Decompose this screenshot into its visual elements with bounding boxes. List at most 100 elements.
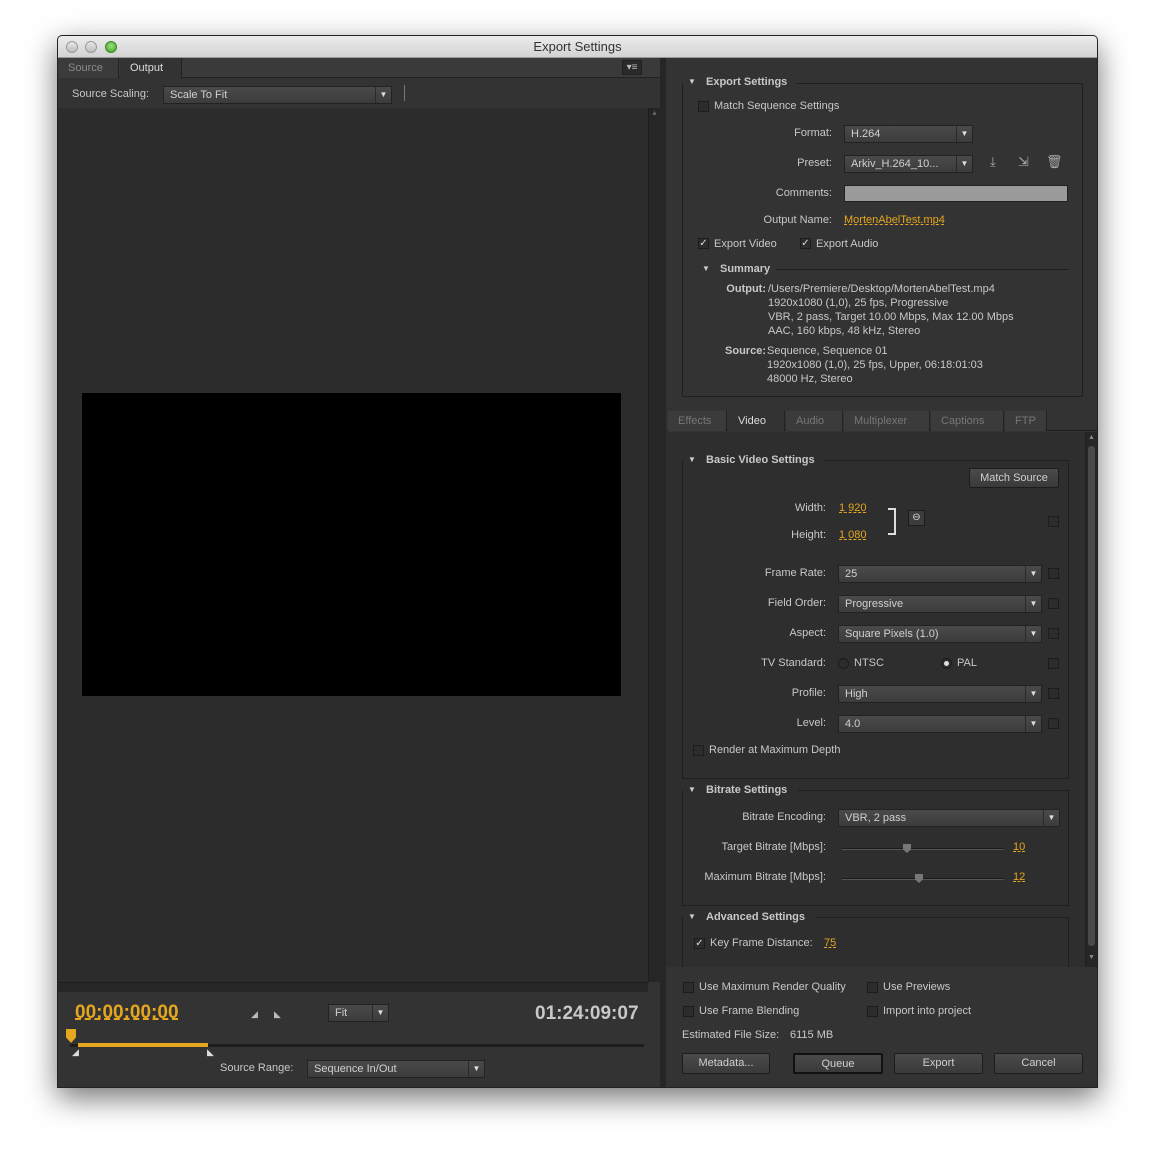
tv-standard-checkbox[interactable] <box>1048 658 1059 669</box>
field-order-checkbox[interactable] <box>1048 598 1059 609</box>
key-frame-value[interactable]: 75 <box>824 937 836 949</box>
max-bitrate-slider[interactable] <box>842 874 1004 883</box>
source-scaling-select[interactable]: Scale To Fit ▼ <box>163 86 392 104</box>
collapse-triangle-icon[interactable]: ▼ <box>688 455 696 464</box>
minimize-button[interactable] <box>85 41 97 53</box>
zoom-select[interactable]: Fit ▼ <box>328 1004 389 1022</box>
cancel-button[interactable]: Cancel <box>994 1053 1083 1074</box>
use-previews-checkbox[interactable] <box>867 982 878 993</box>
tab-output[interactable]: Output <box>120 58 182 78</box>
width-height-override-checkbox[interactable] <box>1048 516 1059 527</box>
frame-blending-label: Use Frame Blending <box>699 1005 800 1017</box>
profile-select[interactable]: High ▼ <box>838 685 1042 703</box>
in-point-handle-icon[interactable]: ◢ <box>72 1047 79 1058</box>
match-sequence-label: Match Sequence Settings <box>714 100 840 112</box>
aspect-label: Aspect: <box>789 627 826 639</box>
pal-radio[interactable] <box>941 658 952 669</box>
scroll-thumb[interactable] <box>1088 446 1095 946</box>
bitrate-header: Bitrate Settings <box>706 784 788 796</box>
target-bitrate-value[interactable]: 10 <box>1013 841 1025 853</box>
bitrate-encoding-select[interactable]: VBR, 2 pass ▼ <box>838 809 1060 827</box>
collapse-triangle-icon[interactable]: ▼ <box>688 912 696 921</box>
aspect-checkbox[interactable] <box>1048 628 1059 639</box>
frame-rate-checkbox[interactable] <box>1048 568 1059 579</box>
ntsc-label: NTSC <box>854 657 884 669</box>
tab-source[interactable]: Source <box>58 58 119 78</box>
level-select[interactable]: 4.0 ▼ <box>838 715 1042 733</box>
link-icon[interactable]: ⊖ <box>908 510 925 526</box>
output-line: VBR, 2 pass, Target 10.00 Mbps, Max 12.0… <box>768 311 1014 323</box>
window-title: Export Settings <box>533 39 622 54</box>
ntsc-radio[interactable] <box>838 658 849 669</box>
format-select[interactable]: H.264 ▼ <box>844 125 973 143</box>
tab-effects[interactable]: Effects <box>668 411 727 431</box>
chevron-down-icon: ▼ <box>1025 566 1041 582</box>
width-label: Width: <box>794 502 826 514</box>
import-preset-icon[interactable]: ⇲ <box>1018 155 1029 168</box>
tab-audio[interactable]: Audio <box>786 411 843 431</box>
out-point-handle-icon[interactable]: ◣ <box>207 1047 214 1058</box>
summary-collapse-icon[interactable]: ▼ <box>702 264 710 273</box>
export-video-checkbox[interactable]: ✓ <box>698 238 709 249</box>
frame-blending-checkbox[interactable] <box>683 1006 694 1017</box>
panel-menu-icon[interactable]: ▾≡ <box>622 60 642 75</box>
playhead-icon[interactable] <box>66 1029 76 1043</box>
set-out-point-icon[interactable]: ◣ <box>274 1009 281 1020</box>
max-bitrate-value[interactable]: 12 <box>1013 871 1025 883</box>
match-sequence-checkbox[interactable] <box>698 101 709 112</box>
settings-scrollbar[interactable]: ▲ ▼ <box>1085 432 1097 967</box>
tab-ftp[interactable]: FTP <box>1005 411 1047 431</box>
profile-label: Profile: <box>791 687 826 699</box>
preset-select[interactable]: Arkiv_H.264_10... ▼ <box>844 155 973 173</box>
use-previews-label: Use Previews <box>883 981 951 993</box>
chevron-down-icon: ▼ <box>468 1061 484 1077</box>
width-value[interactable]: 1 920 <box>839 502 867 514</box>
level-value: 4.0 <box>845 718 861 730</box>
export-button[interactable]: Export <box>894 1053 983 1074</box>
match-source-button[interactable]: Match Source <box>969 468 1059 488</box>
field-order-select[interactable]: Progressive ▼ <box>838 595 1042 613</box>
tab-video[interactable]: Video <box>728 411 785 431</box>
frame-rate-select[interactable]: 25 ▼ <box>838 565 1042 583</box>
divider <box>824 460 1069 461</box>
collapse-triangle-icon[interactable]: ▼ <box>688 785 696 794</box>
queue-button[interactable]: Queue <box>793 1053 883 1074</box>
current-timecode[interactable]: 00:00:00:00 <box>75 1002 179 1024</box>
basic-video-header: Basic Video Settings <box>706 454 815 466</box>
source-range-select[interactable]: Sequence In/Out ▼ <box>307 1060 485 1078</box>
collapse-triangle-icon[interactable]: ▼ <box>688 77 696 86</box>
target-bitrate-slider[interactable] <box>842 844 1004 853</box>
duration-timecode: 01:24:09:07 <box>535 1003 639 1024</box>
save-preset-icon[interactable]: ⤓ <box>990 155 996 168</box>
import-project-label: Import into project <box>883 1005 972 1017</box>
scroll-up-icon[interactable]: ▲ <box>1088 434 1095 441</box>
preview-h-scrollbar[interactable] <box>58 982 648 992</box>
import-project-checkbox[interactable] <box>867 1006 878 1017</box>
set-in-point-icon[interactable]: ◢ <box>251 1009 258 1020</box>
zoom-button[interactable] <box>105 41 117 53</box>
tab-multiplexer[interactable]: Multiplexer <box>844 411 930 431</box>
file-size-label: Estimated File Size: <box>682 1029 780 1041</box>
dimension-bracket <box>888 508 896 535</box>
key-frame-checkbox[interactable]: ✓ <box>694 938 705 949</box>
close-button[interactable] <box>66 41 78 53</box>
delete-preset-icon[interactable]: 🗑 <box>1046 155 1063 168</box>
export-audio-label: Export Audio <box>816 238 879 250</box>
source-scaling-label: Source Scaling: <box>72 88 150 100</box>
profile-checkbox[interactable] <box>1048 688 1059 699</box>
output-name-link[interactable]: MortenAbelTest.mp4 <box>844 214 945 226</box>
metadata-button[interactable]: Metadata... <box>682 1053 770 1074</box>
aspect-select[interactable]: Square Pixels (1.0) ▼ <box>838 625 1042 643</box>
scroll-up-icon[interactable]: ▲ <box>651 110 658 117</box>
preview-scrollbar[interactable]: ▲ <box>648 108 660 982</box>
tab-captions[interactable]: Captions <box>931 411 1004 431</box>
scroll-down-icon[interactable]: ▼ <box>1088 954 1095 961</box>
render-max-depth-checkbox[interactable] <box>693 745 704 756</box>
export-audio-checkbox[interactable]: ✓ <box>800 238 811 249</box>
max-render-quality-checkbox[interactable] <box>683 982 694 993</box>
height-value[interactable]: 1 080 <box>839 529 867 541</box>
preview-tab-bar: Source Output ▾≡ <box>58 58 660 78</box>
level-checkbox[interactable] <box>1048 718 1059 729</box>
comments-input[interactable] <box>844 185 1068 202</box>
settings-tab-bar: Effects Video Audio Multiplexer Captions… <box>666 411 1097 431</box>
